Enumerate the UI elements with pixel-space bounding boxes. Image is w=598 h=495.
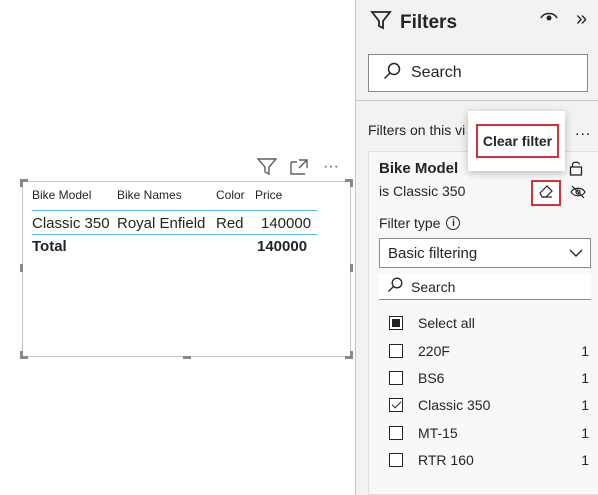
- total-divider: [32, 234, 317, 235]
- resize-handle[interactable]: [350, 351, 353, 359]
- pane-divider: [356, 100, 598, 101]
- pane-header: Filters: [370, 9, 457, 36]
- resize-handle[interactable]: [350, 264, 353, 272]
- section-more-options[interactable]: ...: [575, 122, 591, 140]
- option-count: 1: [581, 425, 589, 441]
- filter-option-220f[interactable]: 220F 1: [379, 340, 589, 362]
- filter-type-label: Filter type: [379, 215, 441, 231]
- search-icon: [383, 62, 401, 85]
- column-header-color[interactable]: Color: [216, 188, 245, 208]
- option-label: 220F: [418, 343, 450, 359]
- filter-option-mt-15[interactable]: MT-15 1: [379, 422, 589, 444]
- filter-option-rtr-160[interactable]: RTR 160 1: [379, 449, 589, 471]
- option-count: 1: [581, 452, 589, 468]
- resize-handle[interactable]: [350, 179, 353, 187]
- cell-bike-model: Classic 350: [32, 215, 110, 232]
- filter-type-value: Basic filtering: [388, 244, 478, 262]
- hide-icon[interactable]: [570, 185, 586, 204]
- checkbox[interactable]: [389, 426, 403, 440]
- option-count: 1: [581, 370, 589, 386]
- option-label: RTR 160: [418, 452, 474, 468]
- resize-handle[interactable]: [20, 351, 23, 359]
- column-header-bike-model[interactable]: Bike Model: [32, 188, 91, 208]
- checkbox-checked[interactable]: [389, 398, 403, 412]
- option-label: MT-15: [418, 425, 458, 441]
- filter-option-classic-350[interactable]: Classic 350 1: [379, 394, 589, 416]
- filter-card-title[interactable]: Bike Model: [379, 160, 458, 177]
- option-count: 1: [581, 343, 589, 359]
- filter-option-select-all[interactable]: Select all: [379, 312, 589, 334]
- filter-option-bs6[interactable]: BS6 1: [379, 367, 589, 389]
- checkbox[interactable]: [389, 371, 403, 385]
- filter-icon: [370, 9, 392, 36]
- search-icon: [387, 277, 403, 296]
- cell-bike-name: Royal Enfield: [117, 215, 206, 232]
- cell-price: 140000: [261, 215, 312, 232]
- focus-mode-icon[interactable]: [288, 156, 310, 178]
- table-visual[interactable]: Bike Model Bike Names Color Price Classi…: [20, 179, 353, 359]
- option-count: 1: [581, 397, 589, 413]
- checkbox[interactable]: [389, 344, 403, 358]
- section-label-filters-on-visual: Filters on this vi: [368, 122, 466, 138]
- clear-filter-tooltip: Clear filter: [468, 111, 565, 171]
- option-label: BS6: [418, 370, 445, 386]
- more-options-icon[interactable]: ···: [320, 156, 342, 178]
- option-label: Classic 350: [418, 397, 491, 413]
- data-table: Bike Model Bike Names Color Price Classi…: [32, 188, 332, 268]
- resize-handle[interactable]: [20, 179, 23, 187]
- collapse-icon[interactable]: »: [576, 8, 587, 31]
- checkbox[interactable]: [389, 453, 403, 467]
- tooltip-label: Clear filter: [476, 124, 559, 158]
- filter-icon[interactable]: [256, 156, 278, 178]
- resize-handle[interactable]: [20, 264, 23, 272]
- column-header-price[interactable]: Price: [255, 188, 282, 208]
- filter-values-search-input[interactable]: Search: [379, 274, 591, 300]
- resize-handle[interactable]: [183, 356, 191, 359]
- column-header-bike-names[interactable]: Bike Names: [117, 188, 182, 208]
- filters-search-input[interactable]: Search: [368, 54, 588, 92]
- chevron-down-icon: [568, 245, 584, 265]
- filter-type-row: Filter type i: [379, 215, 461, 231]
- eraser-icon: [538, 184, 554, 203]
- visual-header-toolbar: ···: [256, 156, 342, 178]
- header-divider: [32, 210, 317, 211]
- checkbox-partial[interactable]: [389, 316, 403, 330]
- search-placeholder: Search: [411, 278, 456, 295]
- lock-icon[interactable]: [569, 160, 583, 181]
- filter-card-bike-model: Bike Model ... is Classic 350 Filter typ…: [368, 151, 598, 495]
- eye-icon[interactable]: [540, 10, 558, 29]
- cell-color: Red: [216, 215, 244, 232]
- search-placeholder: Search: [411, 64, 462, 81]
- total-price: 140000: [257, 238, 308, 255]
- total-label: Total: [32, 238, 67, 255]
- filter-type-dropdown[interactable]: Basic filtering: [379, 238, 591, 268]
- pane-title: Filters: [400, 11, 458, 33]
- info-icon[interactable]: i: [446, 216, 461, 230]
- option-label: Select all: [418, 315, 475, 331]
- filters-pane: Filters » Search Filters on this vi ... …: [355, 0, 598, 495]
- filter-card-summary: is Classic 350: [379, 183, 466, 199]
- clear-filter-button[interactable]: [531, 180, 561, 206]
